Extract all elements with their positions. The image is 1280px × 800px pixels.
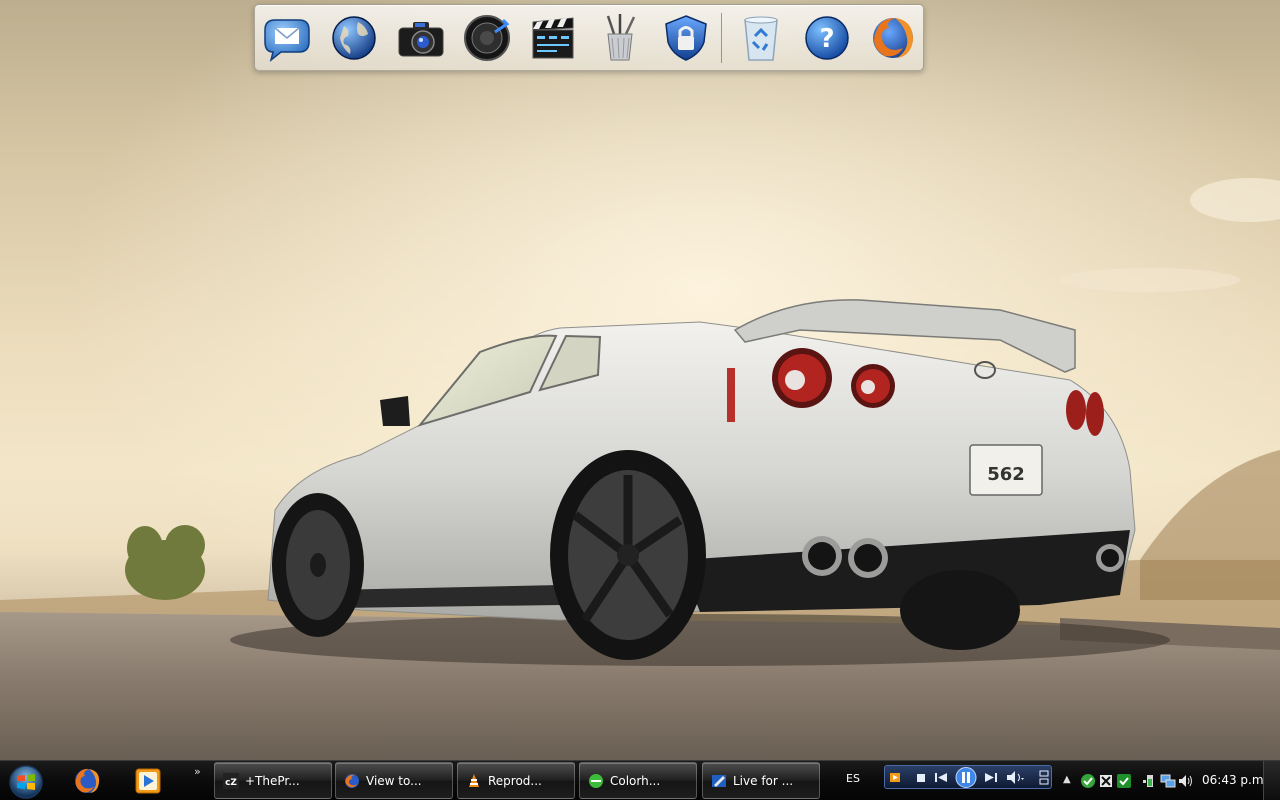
task-label: Reprod... bbox=[488, 773, 542, 788]
car-photo: 562 bbox=[0, 0, 1280, 760]
task-button[interactable]: Live for ... bbox=[702, 762, 820, 799]
svg-text:?: ? bbox=[819, 24, 834, 54]
globe-icon[interactable] bbox=[328, 12, 380, 64]
sync-check-icon[interactable] bbox=[1080, 773, 1096, 789]
camera-icon[interactable] bbox=[395, 12, 447, 64]
cz-icon: cZ bbox=[223, 772, 239, 789]
firefox-icon[interactable] bbox=[867, 12, 919, 64]
windows-logo-icon bbox=[9, 765, 43, 799]
mail-icon[interactable] bbox=[261, 12, 313, 64]
volume-icon[interactable] bbox=[1178, 773, 1194, 789]
task-button[interactable]: cZ +ThePr... bbox=[214, 762, 332, 799]
task-label: View to... bbox=[366, 773, 422, 788]
restore-player-icon[interactable] bbox=[889, 769, 901, 786]
media-player-icon bbox=[135, 768, 161, 794]
security-shield-icon[interactable] bbox=[660, 12, 712, 64]
green-check-icon[interactable] bbox=[1116, 773, 1132, 789]
clock[interactable]: 06:43 p.m. bbox=[1202, 773, 1267, 787]
svg-text:cZ: cZ bbox=[225, 778, 237, 788]
volume-icon[interactable] bbox=[1005, 769, 1025, 786]
next-track-icon[interactable] bbox=[981, 769, 999, 786]
svg-text:562: 562 bbox=[987, 464, 1025, 485]
firefox-icon bbox=[75, 768, 100, 793]
task-label: Colorh... bbox=[610, 773, 661, 788]
firefox-icon bbox=[345, 773, 359, 788]
live-writer-icon bbox=[712, 774, 726, 787]
pencil-cup-icon[interactable] bbox=[594, 12, 646, 64]
task-button[interactable]: Colorh... bbox=[579, 762, 697, 799]
desktop-wallpaper: 562 bbox=[0, 0, 1280, 760]
language-indicator[interactable]: ES bbox=[846, 772, 860, 785]
quicklaunch-firefox[interactable] bbox=[71, 765, 103, 797]
speaker-icon[interactable] bbox=[461, 12, 513, 64]
pause-icon[interactable] bbox=[955, 767, 977, 788]
task-label: +ThePr... bbox=[245, 773, 300, 788]
quicklaunch-media-player[interactable] bbox=[132, 765, 164, 797]
vlc-cone-icon bbox=[469, 773, 479, 787]
recycle-bin-icon[interactable] bbox=[735, 12, 787, 64]
windows-defender-icon[interactable] bbox=[1098, 773, 1114, 789]
icon-dock: ? bbox=[254, 4, 924, 71]
start-button[interactable] bbox=[4, 763, 48, 800]
green-dot-icon bbox=[589, 773, 603, 788]
stop-icon[interactable] bbox=[915, 769, 927, 786]
network-icon[interactable] bbox=[1160, 773, 1176, 789]
power-icon[interactable] bbox=[1142, 773, 1158, 789]
taskbar: » cZ +ThePr... View to... Reprod... Colo… bbox=[0, 760, 1280, 800]
task-button[interactable]: View to... bbox=[335, 762, 453, 799]
dock-separator bbox=[721, 13, 722, 63]
quicklaunch-overflow-button[interactable]: » bbox=[194, 765, 201, 778]
task-label: Live for ... bbox=[733, 773, 794, 788]
task-button[interactable]: Reprod... bbox=[457, 762, 575, 799]
previous-track-icon[interactable] bbox=[933, 769, 951, 786]
show-hidden-icons-button[interactable]: ▲ bbox=[1063, 774, 1071, 785]
help-icon[interactable]: ? bbox=[801, 12, 853, 64]
show-desktop-button[interactable] bbox=[1263, 761, 1280, 800]
clapperboard-icon[interactable] bbox=[527, 12, 579, 64]
player-options-icon[interactable] bbox=[1039, 769, 1049, 786]
media-player-toolbar bbox=[884, 765, 1052, 789]
